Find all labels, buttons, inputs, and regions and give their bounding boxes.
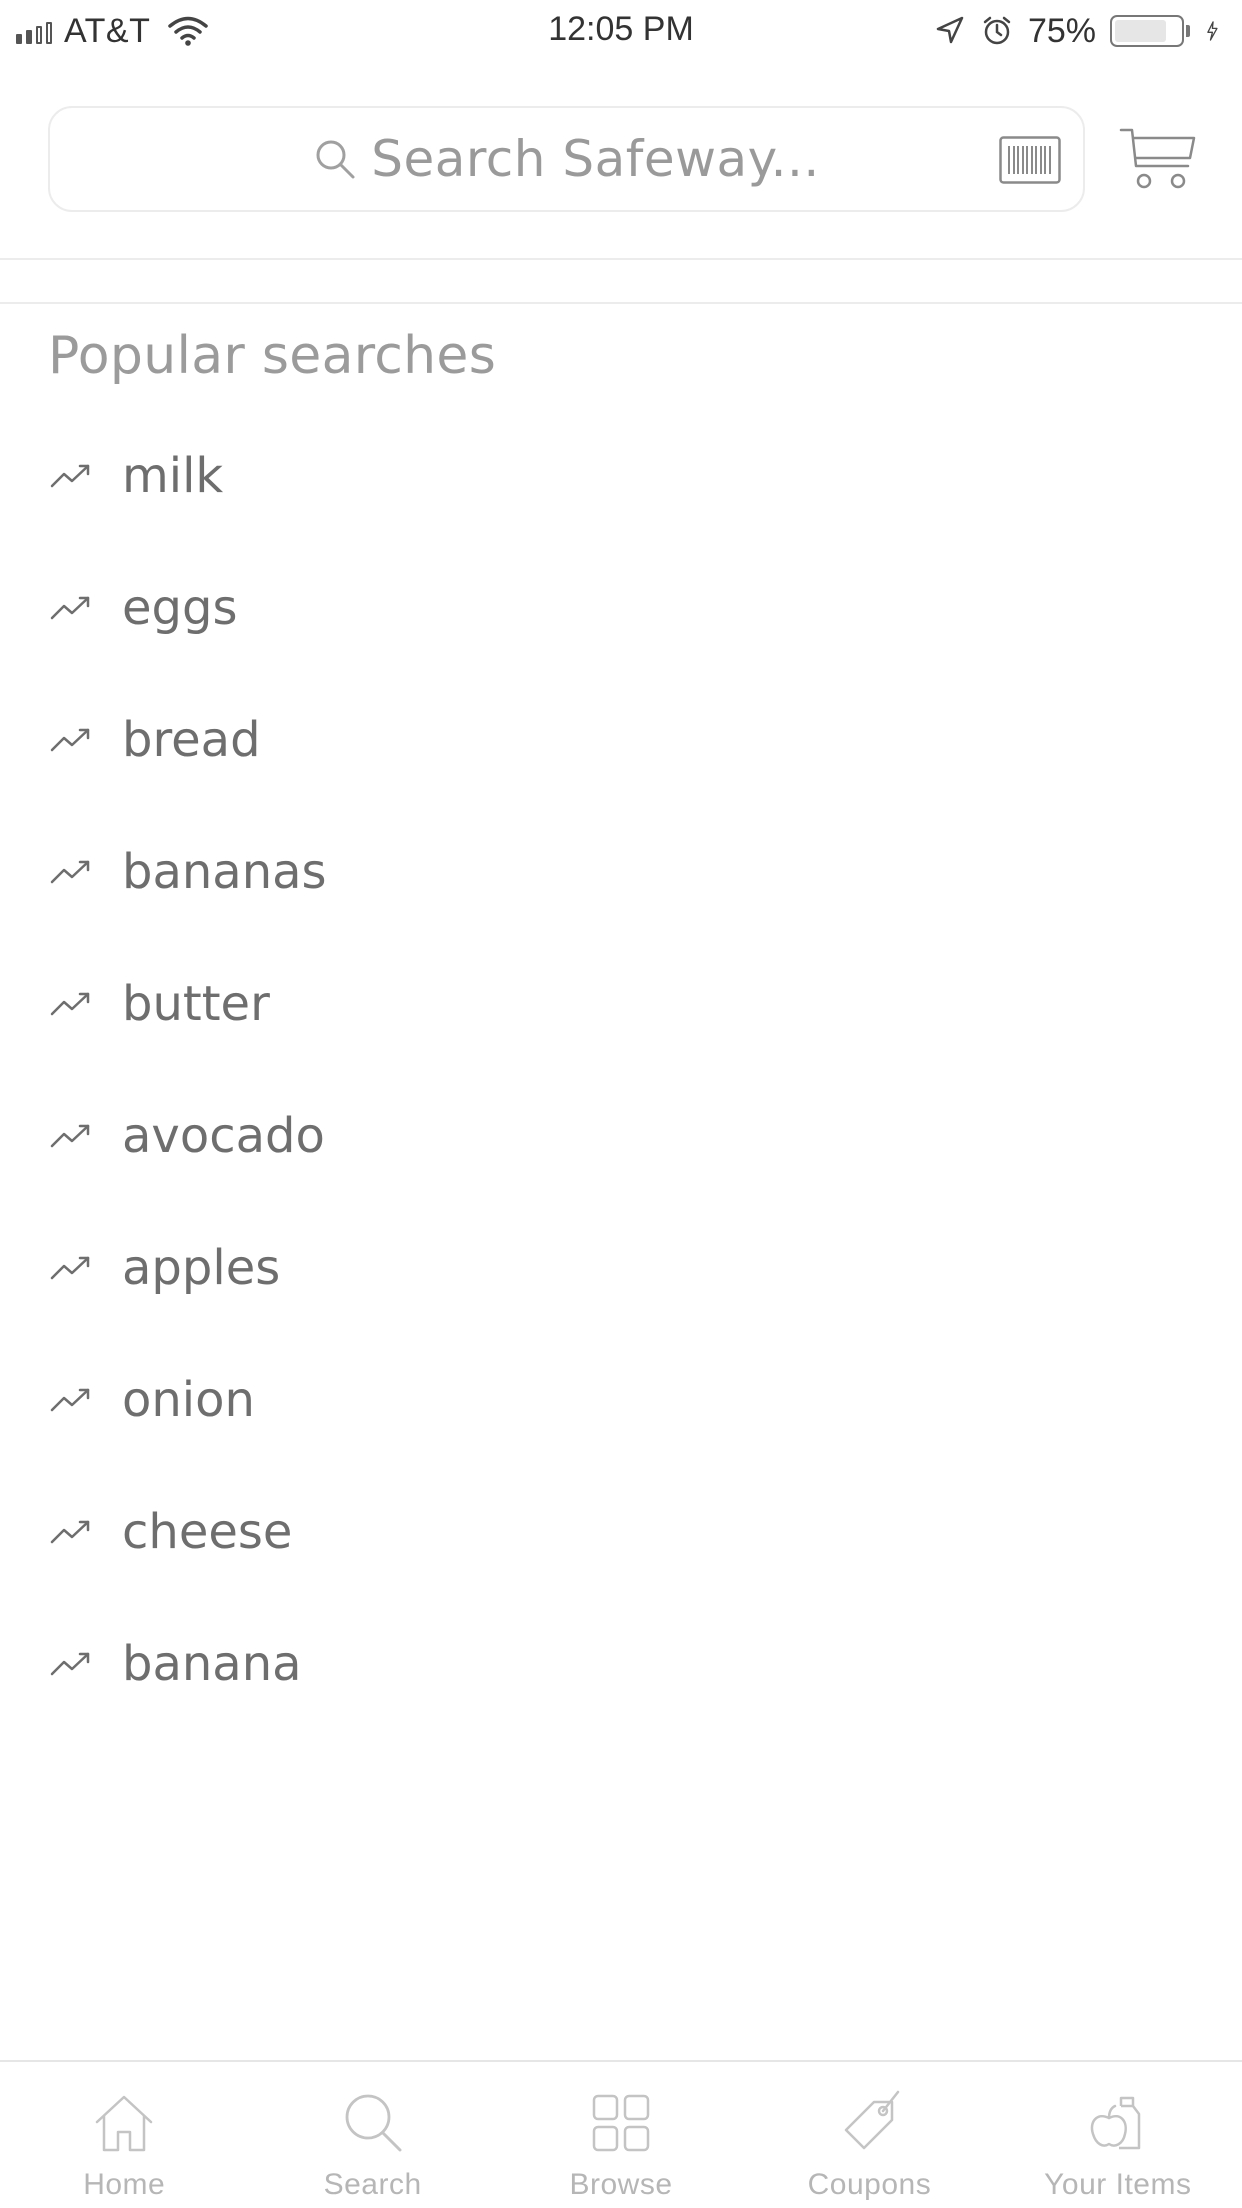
charging-bolt-icon [1207, 21, 1218, 41]
popular-search-label: banana [122, 1636, 302, 1692]
popular-search-item[interactable]: bananas [0, 806, 1242, 938]
popular-search-label: bread [122, 712, 261, 768]
search-input-inner[interactable]: Search Safeway... [50, 108, 1083, 210]
trending-up-icon [50, 728, 90, 752]
tab-label: Browse [569, 2168, 673, 2201]
location-arrow-icon [936, 16, 964, 44]
header-divider [0, 258, 1242, 260]
battery-percent: 75% [1027, 11, 1096, 50]
battery-fill [1115, 20, 1166, 42]
items-bag-icon [1090, 2096, 1141, 2150]
popular-search-item[interactable]: banana [0, 1598, 1242, 1730]
tab-label: Search [323, 2168, 422, 2201]
popular-search-item[interactable]: avocado [0, 1070, 1242, 1202]
popular-search-item[interactable]: butter [0, 938, 1242, 1070]
popular-search-item[interactable]: onion [0, 1334, 1242, 1466]
grid-icon [592, 2094, 650, 2152]
tab-browse[interactable]: Browse [497, 2062, 745, 2208]
battery-icon [1110, 15, 1184, 47]
popular-search-label: apples [122, 1240, 281, 1296]
popular-search-item[interactable]: apples [0, 1202, 1242, 1334]
trending-up-icon [50, 860, 90, 884]
popular-search-label: avocado [122, 1108, 325, 1164]
cart-icon[interactable] [1118, 124, 1196, 192]
status-right: 75% [932, 10, 1226, 52]
search-input[interactable]: Search Safeway... [48, 106, 1085, 212]
tab-label: Coupons [807, 2168, 932, 2201]
search-icon [316, 140, 355, 179]
status-bar: AT&T 12:05 PM 75% [0, 0, 1242, 62]
tab-coupons[interactable]: Coupons [745, 2062, 993, 2208]
popular-search-label: onion [122, 1372, 255, 1428]
tab-bar: Home Search Browse Coupons Your Items [0, 2060, 1242, 2208]
tab-your-items[interactable]: Your Items [994, 2062, 1242, 2208]
popular-search-label: bananas [122, 844, 327, 900]
trending-up-icon [50, 596, 90, 620]
popular-search-item[interactable]: milk [0, 410, 1242, 542]
search-icon [345, 2094, 402, 2152]
trending-up-icon [50, 464, 90, 488]
barcode-scan-icon[interactable] [999, 136, 1061, 184]
popular-searches-title: Popular searches [48, 326, 497, 386]
trending-up-icon [50, 992, 90, 1016]
popular-searches-list: milk eggs bread bananas butter avocado apples o… [0, 410, 1242, 1730]
trending-up-icon [50, 1124, 90, 1148]
trending-up-icon [50, 1652, 90, 1676]
popular-search-label: butter [122, 976, 270, 1032]
trending-up-icon [50, 1388, 90, 1412]
tab-label: Home [83, 2168, 166, 2201]
section-divider [0, 302, 1242, 304]
popular-search-label: eggs [122, 580, 238, 636]
trending-up-icon [50, 1520, 90, 1544]
tab-home[interactable]: Home [0, 2062, 248, 2208]
tab-search[interactable]: Search [248, 2062, 496, 2208]
popular-search-item[interactable]: eggs [0, 542, 1242, 674]
alarm-icon [983, 16, 1011, 45]
popular-search-item[interactable]: cheese [0, 1466, 1242, 1598]
popular-search-item[interactable]: bread [0, 674, 1242, 806]
home-icon [95, 2095, 153, 2152]
tab-label: Your Items [1044, 2168, 1192, 2201]
tag-icon [845, 2090, 900, 2150]
search-placeholder: Search Safeway... [371, 130, 820, 188]
search-screen: AT&T 12:05 PM 75% Search Safeway... Popu… [0, 0, 1242, 2208]
battery-tip [1186, 25, 1190, 37]
popular-search-label: cheese [122, 1504, 293, 1560]
popular-search-label: milk [122, 448, 224, 504]
trending-up-icon [50, 1256, 90, 1280]
